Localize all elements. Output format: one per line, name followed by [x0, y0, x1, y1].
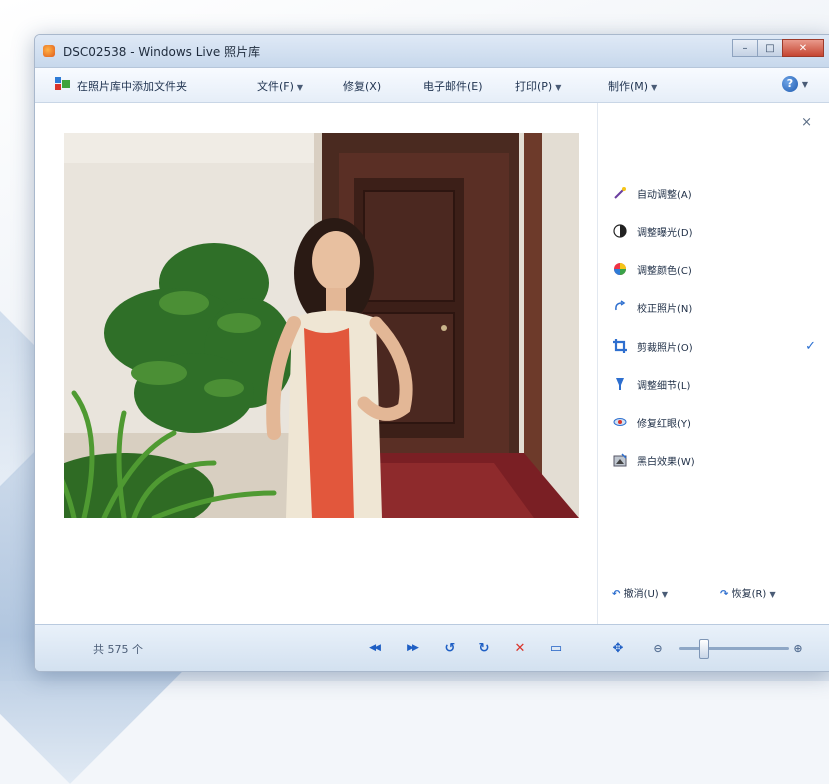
zoom-slider-thumb[interactable]: [699, 639, 709, 659]
revert-icon: ↷: [720, 589, 729, 600]
crop-icon: [613, 339, 627, 353]
tool-color[interactable]: 调整颜色(C): [613, 259, 692, 279]
slideshow-button[interactable]: ▭: [547, 639, 565, 657]
tool-label: 剪裁照片(O): [637, 342, 693, 354]
chevron-down-icon[interactable]: ▼: [802, 80, 808, 89]
photo-count: 共 575 个: [93, 643, 143, 656]
zoom-in-icon: ⊕: [793, 641, 803, 655]
close-panel-button[interactable]: ×: [801, 115, 812, 130]
email-menu[interactable]: 电子邮件(E): [423, 78, 483, 94]
add-folder-icon: [55, 77, 71, 91]
tool-label: 调整颜色(C): [637, 265, 692, 277]
red-eye-icon: [613, 415, 627, 429]
undo-label: 撤消(U): [623, 589, 659, 600]
print-menu[interactable]: 打印(P) ▼: [515, 78, 561, 94]
maximize-button[interactable]: □: [757, 39, 783, 57]
tool-label: 调整细节(L): [637, 380, 691, 392]
undo-row: ↶ 撤消(U) ▼ ↷ 恢复(R) ▼: [612, 583, 820, 603]
tool-crop[interactable]: 剪裁照片(O) ✓: [613, 336, 816, 356]
tool-auto-adjust[interactable]: 自动调整(A): [613, 183, 692, 203]
black-white-icon: [613, 453, 627, 467]
next-button[interactable]: ▶▶: [403, 639, 421, 657]
straighten-icon: [613, 300, 627, 314]
zoom-out-button[interactable]: ⊖: [649, 639, 667, 657]
color-wheel-icon: [613, 262, 627, 276]
undo-button[interactable]: ↶ 撤消(U) ▼: [612, 585, 668, 600]
undo-icon: ↶: [612, 589, 621, 600]
next-icon: ▶▶: [407, 643, 419, 653]
rotate-right-icon: ↻: [478, 640, 490, 656]
minimize-button[interactable]: –: [732, 39, 758, 57]
zoom-out-icon: ⊖: [653, 641, 663, 655]
tool-label: 调整曝光(D): [637, 227, 693, 239]
detail-icon: [613, 377, 627, 391]
previous-button[interactable]: ◀◀: [365, 639, 383, 657]
title-bar[interactable]: DSC02538 - Windows Live 照片库 – □ ✕: [35, 35, 829, 68]
help-icon[interactable]: ?: [782, 76, 798, 92]
tool-label: 修复红眼(Y): [637, 418, 691, 430]
rotate-left-icon: ↺: [444, 640, 456, 656]
photo-gallery-window: DSC02538 - Windows Live 照片库 – □ ✕ 在照片库中添…: [34, 34, 829, 672]
slideshow-icon: ▭: [549, 640, 563, 656]
file-menu-label: 文件(F): [257, 80, 294, 93]
zoom-in-button[interactable]: ⊕: [789, 639, 807, 657]
delete-icon: ✕: [514, 640, 526, 656]
tool-label: 黑白效果(W): [637, 456, 695, 468]
print-menu-label: 打印(P): [515, 80, 553, 93]
delete-button[interactable]: ✕: [511, 639, 529, 657]
photo-image: [64, 133, 579, 518]
close-button[interactable]: ✕: [782, 39, 824, 57]
tool-red-eye[interactable]: 修复红眼(Y): [613, 412, 691, 432]
chevron-down-icon: ▼: [296, 83, 304, 92]
wand-icon: [613, 186, 627, 200]
chevron-down-icon: ▼: [769, 590, 776, 599]
zoom-slider-track[interactable]: [679, 647, 789, 650]
previous-icon: ◀◀: [369, 643, 381, 653]
chevron-down-icon: ▼: [555, 83, 562, 92]
tool-label: 校正照片(N): [637, 303, 693, 315]
tool-exposure[interactable]: 调整曝光(D): [613, 221, 693, 241]
menu-bar: 在照片库中添加文件夹 文件(F) ▼ 修复(X) 电子邮件(E) 打印(P) ▼ 制…: [35, 68, 829, 103]
tool-detail[interactable]: 调整细节(L): [613, 374, 690, 394]
make-menu[interactable]: 制作(M) ▼: [608, 78, 657, 94]
chevron-down-icon: ▼: [661, 590, 669, 599]
file-menu[interactable]: 文件(F) ▼: [257, 78, 303, 94]
revert-button[interactable]: ↷ 恢复(R) ▼: [720, 585, 776, 600]
checkmark-icon: ✓: [805, 338, 816, 354]
fit-icon: ✥: [612, 640, 624, 656]
make-menu-label: 制作(M): [608, 80, 649, 93]
fit-to-window-button[interactable]: ✥: [609, 639, 627, 657]
window-title: DSC02538 - Windows Live 照片库: [63, 45, 261, 59]
exposure-icon: [613, 224, 627, 238]
revert-label: 恢复(R): [731, 589, 767, 600]
app-icon: [43, 45, 55, 57]
tool-straighten[interactable]: 校正照片(N): [613, 297, 692, 317]
window-controls: – □ ✕: [732, 39, 824, 57]
rotate-left-button[interactable]: ↺: [441, 639, 459, 657]
add-folder-menu[interactable]: 在照片库中添加文件夹: [77, 78, 187, 94]
rotate-right-button[interactable]: ↻: [475, 639, 493, 657]
photo-preview[interactable]: [64, 133, 579, 518]
status-bar: 共 575 个 ◀◀ ▶▶ ↺ ↻ ✕ ▭ ✥ ⊖ ⊕: [35, 624, 829, 671]
fix-menu[interactable]: 修复(X): [343, 78, 381, 94]
chevron-down-icon: ▼: [651, 83, 658, 92]
tool-black-white[interactable]: 黑白效果(W): [613, 450, 695, 470]
fix-panel: × 自动调整(A) 调整曝光(D) 调整颜色(C) 校正照片(N) 剪裁照片(O…: [597, 103, 829, 625]
tool-label: 自动调整(A): [637, 189, 692, 201]
